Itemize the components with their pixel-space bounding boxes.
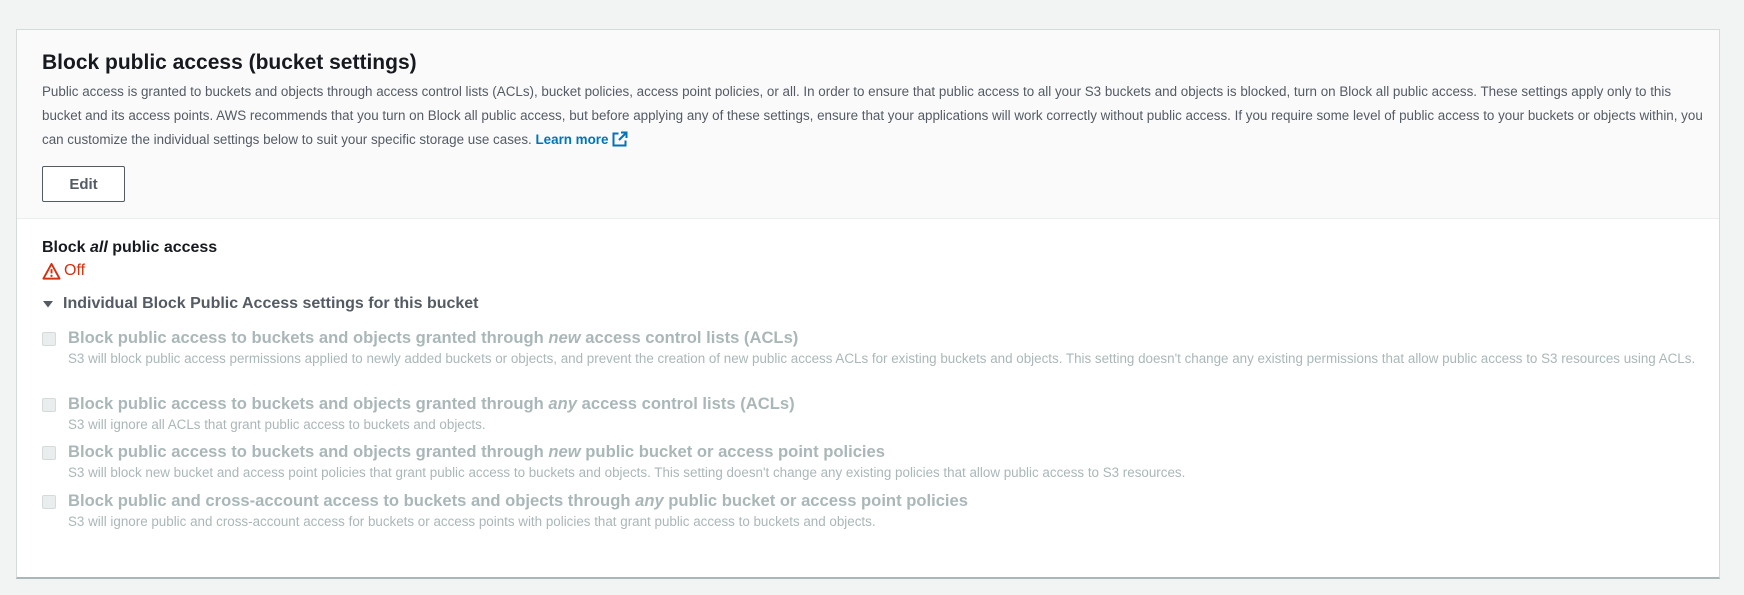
setting-title-suffix: access control lists (ACLs) <box>577 394 795 413</box>
setting-text: Block public and cross-account access to… <box>68 490 1708 531</box>
setting-title-suffix: public bucket or access point policies <box>663 491 968 510</box>
panel-header: Block public access (bucket settings) Pu… <box>17 30 1719 219</box>
setting-new-acls: Block public access to buckets and objec… <box>42 327 1695 393</box>
panel-description-text: Public access is granted to buckets and … <box>42 84 1703 147</box>
setting-title-suffix: access control lists (ACLs) <box>580 328 799 347</box>
setting-any-policies: Block public and cross-account access to… <box>42 490 1694 530</box>
setting-title-prefix: Block public and cross-account access to… <box>68 491 636 510</box>
caret-down-icon <box>43 301 53 308</box>
setting-text: Block public access to buckets and objec… <box>68 441 1708 482</box>
setting-title: Block public access to buckets and objec… <box>68 441 1708 463</box>
panel-title: Block public access (bucket settings) <box>42 51 417 74</box>
setting-title-prefix: Block public access to buckets and objec… <box>68 394 549 413</box>
setting-title: Block public access to buckets and objec… <box>68 327 1708 349</box>
setting-description: S3 will ignore all ACLs that grant publi… <box>68 417 486 432</box>
setting-title-emph: any <box>635 491 664 510</box>
block-all-label-emph: all <box>90 239 108 256</box>
block-all-label-suffix: public access <box>107 239 218 256</box>
warning-icon <box>42 262 61 280</box>
setting-text: Block public access to buckets and objec… <box>68 393 1708 434</box>
setting-title-prefix: Block public access to buckets and objec… <box>68 442 549 461</box>
individual-settings-expander[interactable]: Individual Block Public Access settings … <box>42 293 1694 315</box>
checkbox-any-acls[interactable] <box>42 398 56 412</box>
setting-title-suffix: public bucket or access point policies <box>580 442 885 461</box>
checkbox-new-acls[interactable] <box>42 332 56 346</box>
panel-description: Public access is granted to buckets and … <box>42 80 1707 152</box>
block-all-label-prefix: Block <box>42 239 91 256</box>
setting-title: Block public and cross-account access to… <box>68 490 1708 512</box>
individual-settings-list: Block public access to buckets and objec… <box>42 327 1695 530</box>
setting-title-emph: new <box>548 328 581 347</box>
learn-more-label: Learn more <box>535 132 609 147</box>
panel-body: Block all public access Off Individual B… <box>17 219 1719 530</box>
setting-description: S3 will ignore public and cross-account … <box>68 514 876 529</box>
checkbox-new-policies[interactable] <box>42 446 56 460</box>
setting-new-policies: Block public access to buckets and objec… <box>42 441 1694 490</box>
checkbox-any-policies[interactable] <box>42 495 56 509</box>
setting-text: Block public access to buckets and objec… <box>68 327 1708 368</box>
block-all-status: Off <box>42 260 1694 282</box>
setting-title-emph: any <box>548 394 577 413</box>
block-all-public-access-label: Block all public access <box>42 237 1694 259</box>
status-off-text: Off <box>64 262 86 279</box>
setting-description: S3 will block public access permissions … <box>68 351 1696 366</box>
setting-description: S3 will block new bucket and access poin… <box>68 465 1186 480</box>
external-link-icon <box>612 131 628 147</box>
expander-label: Individual Block Public Access settings … <box>63 295 479 312</box>
setting-title-prefix: Block public access to buckets and objec… <box>68 328 549 347</box>
learn-more-link[interactable]: Learn more <box>535 131 629 147</box>
setting-title-emph: new <box>548 442 581 461</box>
setting-any-acls: Block public access to buckets and objec… <box>42 393 1694 441</box>
setting-title: Block public access to buckets and objec… <box>68 393 1708 415</box>
block-public-access-panel: Block public access (bucket settings) Pu… <box>16 29 1720 579</box>
edit-button[interactable]: Edit <box>42 166 125 202</box>
